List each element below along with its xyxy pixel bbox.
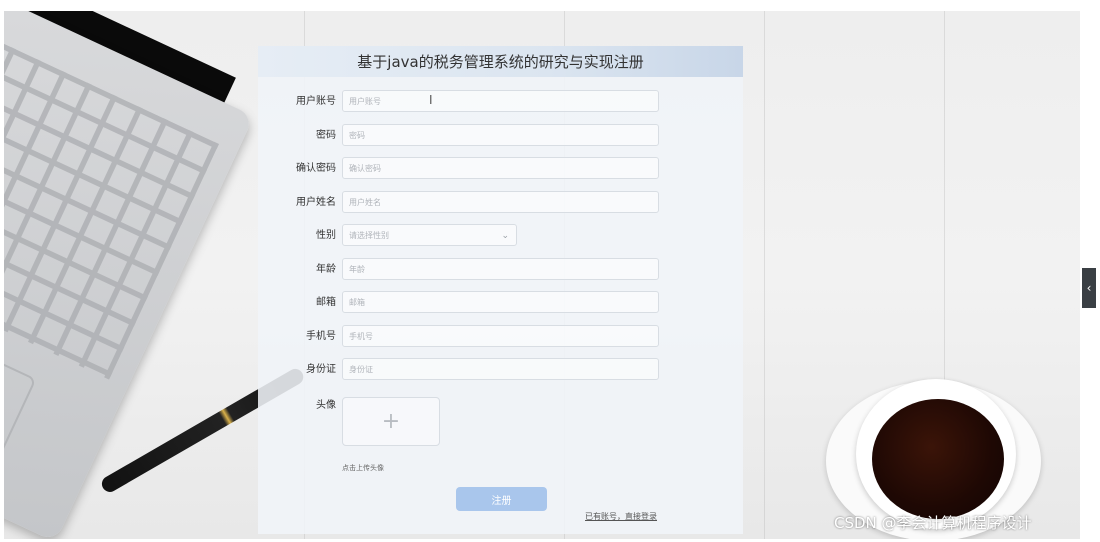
field-row-confirm-password: 确认密码 确认密码 [258,157,743,181]
age-label: 年龄 [316,264,336,275]
chevron-left-icon: ‹ [1086,281,1092,295]
idcard-input[interactable]: 身份证 [342,358,659,380]
form-title: 基于java的税务管理系统的研究与实现注册 [258,46,743,77]
avatar-label: 头像 [316,400,336,411]
phone-label: 手机号 [306,331,336,342]
side-collapse-tab[interactable]: ‹ [1082,268,1096,308]
gender-select[interactable]: 请选择性别 ⌄ [342,224,517,246]
field-row-password: 密码 密码 [258,124,743,148]
register-button[interactable]: 注册 [456,487,547,511]
watermark-text: CSDN @李会计算机程序设计 [834,514,1032,532]
field-row-age: 年龄 年龄 [258,258,743,282]
field-row-fullname: 用户姓名 用户姓名 [258,191,743,215]
field-row-email: 邮箱 邮箱 [258,291,743,315]
register-form: 基于java的税务管理系统的研究与实现注册 用户账号 用户账号 I 密码 密码 … [258,46,743,534]
gender-select-placeholder: 请选择性别 [349,231,389,240]
fullname-label: 用户姓名 [296,197,336,208]
email-input[interactable]: 邮箱 [342,291,659,313]
field-row-gender: 性别 请选择性别 ⌄ [258,224,743,248]
phone-input[interactable]: 手机号 [342,325,659,347]
field-row-avatar: 头像 [258,394,743,418]
username-label: 用户账号 [296,96,336,107]
field-row-username: 用户账号 用户账号 [258,90,743,114]
field-row-phone: 手机号 手机号 [258,325,743,349]
email-label: 邮箱 [316,297,336,308]
gender-label: 性别 [316,230,336,241]
field-row-idcard: 身份证 身份证 [258,358,743,382]
login-link[interactable]: 已有账号，直接登录 [585,511,657,522]
avatar-upload-hint: 点击上传头像 [342,464,384,472]
chevron-down-icon: ⌄ [501,231,509,241]
age-input[interactable]: 年龄 [342,258,659,280]
text-cursor-icon: I [429,93,433,107]
plus-icon: + [381,409,401,434]
username-input[interactable]: 用户账号 [342,90,659,112]
coffee-image [872,399,1004,519]
password-label: 密码 [316,130,336,141]
password-input[interactable]: 密码 [342,124,659,146]
avatar-upload-button[interactable]: + [342,397,440,446]
confirm-password-input[interactable]: 确认密码 [342,157,659,179]
confirm-password-label: 确认密码 [296,163,336,174]
fullname-input[interactable]: 用户姓名 [342,191,659,213]
idcard-label: 身份证 [306,364,336,375]
